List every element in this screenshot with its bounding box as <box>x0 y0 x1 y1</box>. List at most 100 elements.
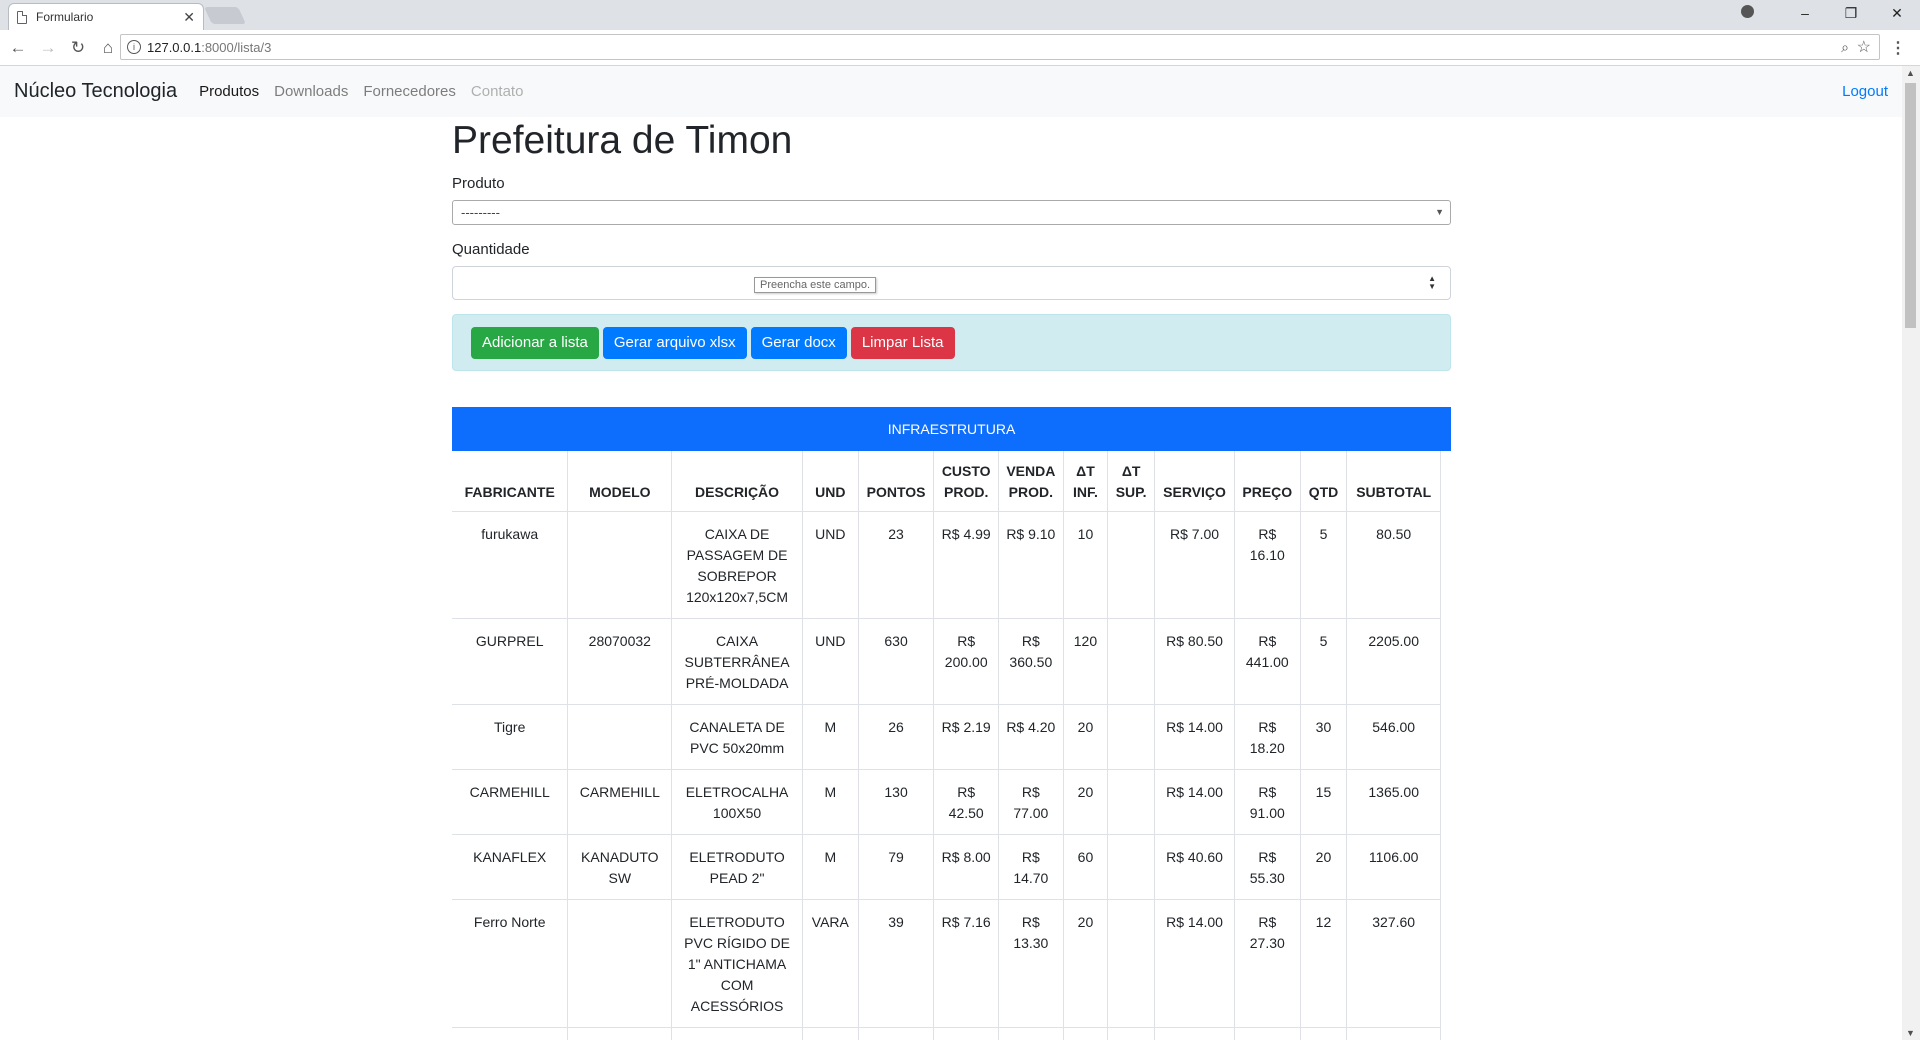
header-dt-inf: ΔT INF. <box>1063 451 1109 512</box>
back-icon[interactable]: ← <box>6 38 30 58</box>
table-row: furukawa CAIXA DE PASSAGEM DE SOBREPOR 12… <box>452 511 1441 619</box>
cell-dt-inf: 20 <box>1063 1027 1109 1040</box>
cell-descricao: ELETROCALHA 100X50 <box>671 769 803 835</box>
cell-subtotal: 327.60 <box>1346 899 1441 1028</box>
cell-servico: R$ 80.50 <box>1154 618 1236 705</box>
cell-pontos: 39 <box>858 899 935 1028</box>
profile-icon[interactable] <box>1736 5 1782 21</box>
forward-icon[interactable]: → <box>36 38 60 58</box>
window-controls: – ❐ ✕ <box>1736 0 1920 26</box>
cell-pontos: 39 <box>858 1027 935 1040</box>
cell-qtd: 15 <box>1300 769 1348 835</box>
cell-fabricante: Ferro Norte <box>452 1027 569 1040</box>
cell-qtd: 5 <box>1300 618 1348 705</box>
new-tab-button[interactable] <box>204 7 246 24</box>
cell-preco: R$ 91.00 <box>1234 769 1301 835</box>
cell-servico: R$ 14.00 <box>1154 1027 1236 1040</box>
nav-downloads[interactable]: Downloads <box>274 83 348 100</box>
cell-dt-sup <box>1107 899 1156 1028</box>
cell-subtotal: 80.50 <box>1346 511 1441 619</box>
cell-pontos: 26 <box>858 704 935 770</box>
cell-descricao: ELETRODUTO PEAD 2" <box>671 834 803 900</box>
table-header-row: FABRICANTE MODELO DESCRIÇÃO UND PONTOS CUSTO … <box>452 451 1441 512</box>
info-icon[interactable]: i <box>127 40 141 54</box>
address-bar[interactable]: i 127.0.0.1 :8000/lista/3 ⌕ ☆ <box>120 34 1880 60</box>
cell-fabricante: Tigre <box>452 704 569 770</box>
cell-venda-prod: R$ 14.70 <box>998 834 1064 900</box>
minimize-icon[interactable]: – <box>1782 5 1828 21</box>
section-header: INFRAESTRUTURA <box>452 407 1451 451</box>
cell-venda-prod: R$ 9.10 <box>998 511 1064 619</box>
cell-venda-prod: R$ 13.30 <box>998 899 1064 1028</box>
scroll-down-icon[interactable]: ▼ <box>1906 1028 1915 1038</box>
table-body: furukawa CAIXA DE PASSAGEM DE SOBREPOR 12… <box>452 511 1441 1040</box>
header-qtd: QTD <box>1300 451 1348 512</box>
table-row: Tigre CANALETA DE PVC 50x20mm M 26 R$ 2.19 R$… <box>452 704 1441 770</box>
cell-pontos: 79 <box>858 834 935 900</box>
products-table: FABRICANTE MODELO DESCRIÇÃO UND PONTOS CUSTO … <box>452 451 1441 1040</box>
site-navbar: Núcleo Tecnologia Produtos Downloads For… <box>0 66 1902 117</box>
cell-custo-prod: R$ 7.16 <box>933 899 1000 1028</box>
nav-produtos[interactable]: Produtos <box>199 83 259 100</box>
header-preco: PREÇO <box>1234 451 1301 512</box>
cell-modelo: 28070032 <box>567 618 673 705</box>
header-und: UND <box>802 451 859 512</box>
generate-docx-button[interactable]: Gerar docx <box>750 326 847 359</box>
generate-xlsx-button[interactable]: Gerar arquivo xlsx <box>602 326 747 359</box>
cell-subtotal: 327.60 <box>1346 1027 1441 1040</box>
cell-dt-sup <box>1107 769 1156 835</box>
cell-custo-prod: R$ 2.19 <box>933 704 1000 770</box>
cell-pontos: 630 <box>858 618 935 705</box>
close-tab-icon[interactable]: ✕ <box>183 10 195 24</box>
cell-preco: R$ 27.30 <box>1234 899 1301 1028</box>
table-row: KANAFLEX KANADUTO SW ELETRODUTO PEAD 2" M 79… <box>452 834 1441 900</box>
produto-selected-value: --------- <box>461 205 500 220</box>
header-fabricante: FABRICANTE <box>452 451 569 512</box>
header-venda-prod: VENDA PROD. <box>998 451 1064 512</box>
brand-link[interactable]: Núcleo Tecnologia <box>14 80 177 103</box>
browser-menu-icon[interactable]: ⋮ <box>1890 38 1906 58</box>
number-spinner-icon[interactable]: ▲ ▼ <box>1428 275 1436 291</box>
cell-custo-prod: R$ 8.00 <box>933 834 1000 900</box>
close-window-icon[interactable]: ✕ <box>1874 5 1920 22</box>
cell-custo-prod: R$ 200.00 <box>933 618 1000 705</box>
scrollbar-thumb[interactable] <box>1905 83 1916 328</box>
header-dt-sup: ΔT SUP. <box>1107 451 1156 512</box>
home-icon[interactable]: ⌂ <box>96 38 120 58</box>
cell-fabricante: CARMEHILL <box>452 769 569 835</box>
header-custo-prod: CUSTO PROD. <box>933 451 1000 512</box>
cell-preco: R$ <box>1234 1027 1301 1040</box>
produto-select[interactable]: --------- ▼ <box>452 200 1451 225</box>
zoom-icon[interactable]: ⌕ <box>1841 39 1849 56</box>
bookmark-star-icon[interactable]: ☆ <box>1857 37 1871 57</box>
cell-preco: R$ 55.30 <box>1234 834 1301 900</box>
cell-custo-prod: R$ 4.99 <box>933 511 1000 619</box>
table-row: GURPREL 28070032 CAIXA SUBTERRÂNEA PRÉ-MOL… <box>452 618 1441 705</box>
cell-modelo: KANADUTO SW <box>567 834 673 900</box>
scroll-up-icon[interactable]: ▲ <box>1906 68 1915 78</box>
cell-und: M <box>802 704 859 770</box>
cell-subtotal: 2205.00 <box>1346 618 1441 705</box>
nav-contato[interactable]: Contato <box>471 83 524 100</box>
header-descricao: DESCRIÇÃO <box>671 451 803 512</box>
cell-custo-prod: R$ 42.50 <box>933 769 1000 835</box>
cell-venda-prod: R$ 360.50 <box>998 618 1064 705</box>
cell-und: UND <box>802 618 859 705</box>
quantidade-input[interactable]: Preencha este campo. ▲ ▼ <box>452 266 1451 300</box>
cell-dt-inf: 20 <box>1063 899 1109 1028</box>
reload-icon[interactable]: ↻ <box>66 38 90 58</box>
page-scrollbar[interactable]: ▲ ▼ <box>1902 66 1920 1040</box>
browser-tab[interactable]: Formulario ✕ <box>8 3 204 30</box>
add-to-list-button[interactable]: Adicionar a lista <box>471 326 599 359</box>
cell-descricao: ELETRODUTO PVC RÍGIDO DE 1" ANTICHAMA CO… <box>671 899 803 1028</box>
cell-und: UND <box>802 511 859 619</box>
cell-qtd: 5 <box>1300 511 1348 619</box>
cell-und: VARA <box>802 1027 859 1040</box>
table-row: Ferro Norte ELETRODUTO PVC RÍGIDO DE 1" A… <box>452 899 1441 1028</box>
cell-venda-prod: R$ <box>998 1027 1064 1040</box>
restore-icon[interactable]: ❐ <box>1828 5 1874 22</box>
cell-qtd: 30 <box>1300 704 1348 770</box>
clear-list-button[interactable]: Limpar Lista <box>850 326 955 359</box>
logout-link[interactable]: Logout <box>1842 83 1888 100</box>
nav-fornecedores[interactable]: Fornecedores <box>363 83 456 100</box>
